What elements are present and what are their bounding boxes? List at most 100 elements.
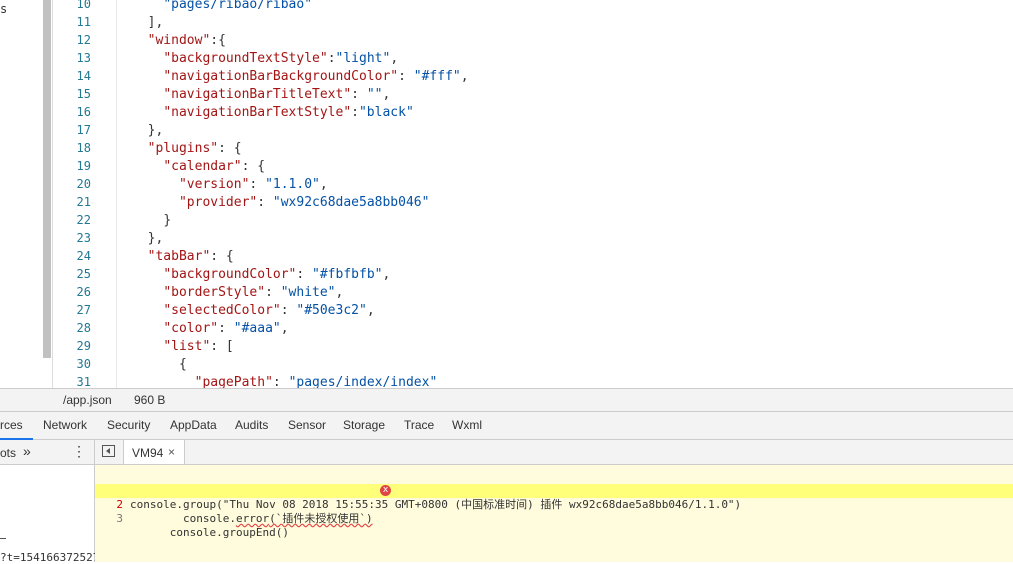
code-line: 25 "backgroundColor": "#fbfbfb", — [53, 267, 1013, 285]
error-icon[interactable]: x — [380, 485, 391, 496]
code-line: 17 }, — [53, 123, 1013, 141]
json-string: "wx92c68dae5a8bb046" — [272, 195, 430, 210]
tab-appdata[interactable]: AppData — [170, 418, 217, 432]
line-number: 11 — [76, 15, 91, 29]
json-key: "selectedColor" — [163, 303, 281, 318]
script-line-error: 2 console.error(`插件未授权使用`) x — [95, 484, 1013, 525]
json-punct: : — [280, 303, 297, 318]
code-line: 26 "borderStyle": "white", — [53, 285, 1013, 303]
code-line: 28 "color": "#aaa", — [53, 321, 1013, 339]
line-number: 10 — [76, 0, 91, 11]
line-number: 27 — [76, 303, 91, 317]
line-number: 17 — [76, 123, 91, 137]
json-string: "#aaa" — [233, 321, 281, 336]
script-tab-bar: VM94 × — [95, 440, 1013, 465]
line-code: "selectedColor": "#50e3c2", — [132, 303, 375, 318]
tab-audits[interactable]: Audits — [235, 418, 268, 432]
json-string: "black" — [358, 105, 414, 120]
tab-trace[interactable]: Trace — [404, 418, 434, 432]
tab-wxml[interactable]: Wxml — [452, 418, 482, 432]
json-punct: : — [327, 51, 336, 66]
json-key: "version" — [178, 177, 250, 192]
json-punct: : — [351, 105, 359, 120]
line-code: "window":{ — [132, 33, 226, 48]
json-punct: , — [382, 267, 391, 282]
json-key: "backgroundColor" — [163, 267, 297, 282]
toggle-navigator-icon[interactable] — [102, 445, 115, 457]
line-number: 15 — [76, 87, 91, 101]
script-line: 1 console.group("Thu Nov 08 2018 15:55:3… — [95, 470, 1013, 511]
json-punct: : — [257, 195, 273, 210]
tab-security[interactable]: Security — [107, 418, 150, 432]
json-key: "navigationBarTextStyle" — [163, 105, 352, 120]
json-string: "#fbfbfb" — [312, 267, 383, 282]
line-number: 30 — [76, 357, 91, 371]
json-punct: , — [460, 69, 469, 84]
json-string: "#50e3c2" — [296, 303, 367, 318]
code-editor[interactable]: 10 "pages/ribao/ribao" 11 ], 12 "window":{… — [53, 0, 1013, 388]
tab-sensor[interactable]: Sensor — [288, 418, 326, 432]
navigator-tab-snippets[interactable]: ots — [0, 446, 16, 460]
line-code: "provider": "wx92c68dae5a8bb046" — [132, 195, 429, 210]
line-code: { — [132, 357, 187, 372]
tree-dash — [0, 538, 6, 539]
tab-storage[interactable]: Storage — [343, 418, 385, 432]
close-icon[interactable]: × — [168, 445, 175, 459]
line-number: 21 — [76, 195, 91, 209]
json-key: "list" — [163, 339, 211, 354]
line-code: "plugins": { — [132, 141, 242, 156]
code-line: 10 "pages/ribao/ribao" — [53, 0, 1013, 15]
tab-sources[interactable]: rces — [0, 418, 23, 432]
json-punct: : — [249, 177, 266, 192]
navigator-header: ots » ⋮ — [0, 440, 94, 465]
json-punct: } — [163, 213, 172, 228]
script-line-text: console.error(`插件未授权使用`) — [130, 512, 373, 526]
code-line: 19 "calendar": { — [53, 159, 1013, 177]
file-tree-scrollbar[interactable] — [43, 0, 51, 358]
json-punct: : — [265, 285, 281, 300]
json-punct: : — [218, 321, 234, 336]
navigator-file-url[interactable]: ?t=154166372527 — [0, 551, 99, 564]
code-line: 29 "list": [ — [53, 339, 1013, 357]
tab-vm94[interactable]: VM94 × — [123, 440, 185, 464]
script-line-text: console.groupEnd() — [130, 526, 289, 539]
json-punct: , — [382, 87, 391, 102]
line-code: "calendar": { — [132, 159, 265, 174]
more-tabs-icon[interactable]: » — [23, 443, 31, 459]
json-string: "1.1.0" — [265, 177, 320, 192]
code-line: 24 "tabBar": { — [53, 249, 1013, 267]
json-key: "tabBar" — [147, 249, 211, 264]
line-number: 13 — [76, 51, 91, 65]
json-punct: : [ — [210, 339, 234, 354]
json-punct: }, — [147, 231, 164, 246]
json-punct: , — [280, 321, 289, 336]
code-line: 21 "provider": "wx92c68dae5a8bb046" — [53, 195, 1013, 213]
line-number: 28 — [76, 321, 91, 335]
more-options-icon[interactable]: ⋮ — [72, 443, 86, 460]
tab-network[interactable]: Network — [43, 418, 87, 432]
error-argument: (`插件未授权使用`) — [269, 512, 373, 525]
line-code: "list": [ — [132, 339, 234, 354]
json-key: "plugins" — [147, 141, 219, 156]
json-key: "color" — [163, 321, 219, 336]
code-line: 14 "navigationBarBackgroundColor": "#fff… — [53, 69, 1013, 87]
vm-script-viewer: VM94 × 1 console.group("Thu Nov 08 2018 … — [95, 440, 1013, 562]
json-punct: , — [366, 303, 375, 318]
file-tree-panel: s — [0, 0, 53, 388]
json-punct: , — [390, 51, 399, 66]
json-key: "backgroundTextStyle" — [163, 51, 328, 66]
line-number: 14 — [76, 69, 91, 83]
json-string: "" — [366, 87, 383, 102]
line-code: "borderStyle": "white", — [132, 285, 343, 300]
code-line: 13 "backgroundTextStyle":"light", — [53, 51, 1013, 69]
json-key: "window" — [147, 33, 211, 48]
json-punct: : { — [218, 141, 242, 156]
